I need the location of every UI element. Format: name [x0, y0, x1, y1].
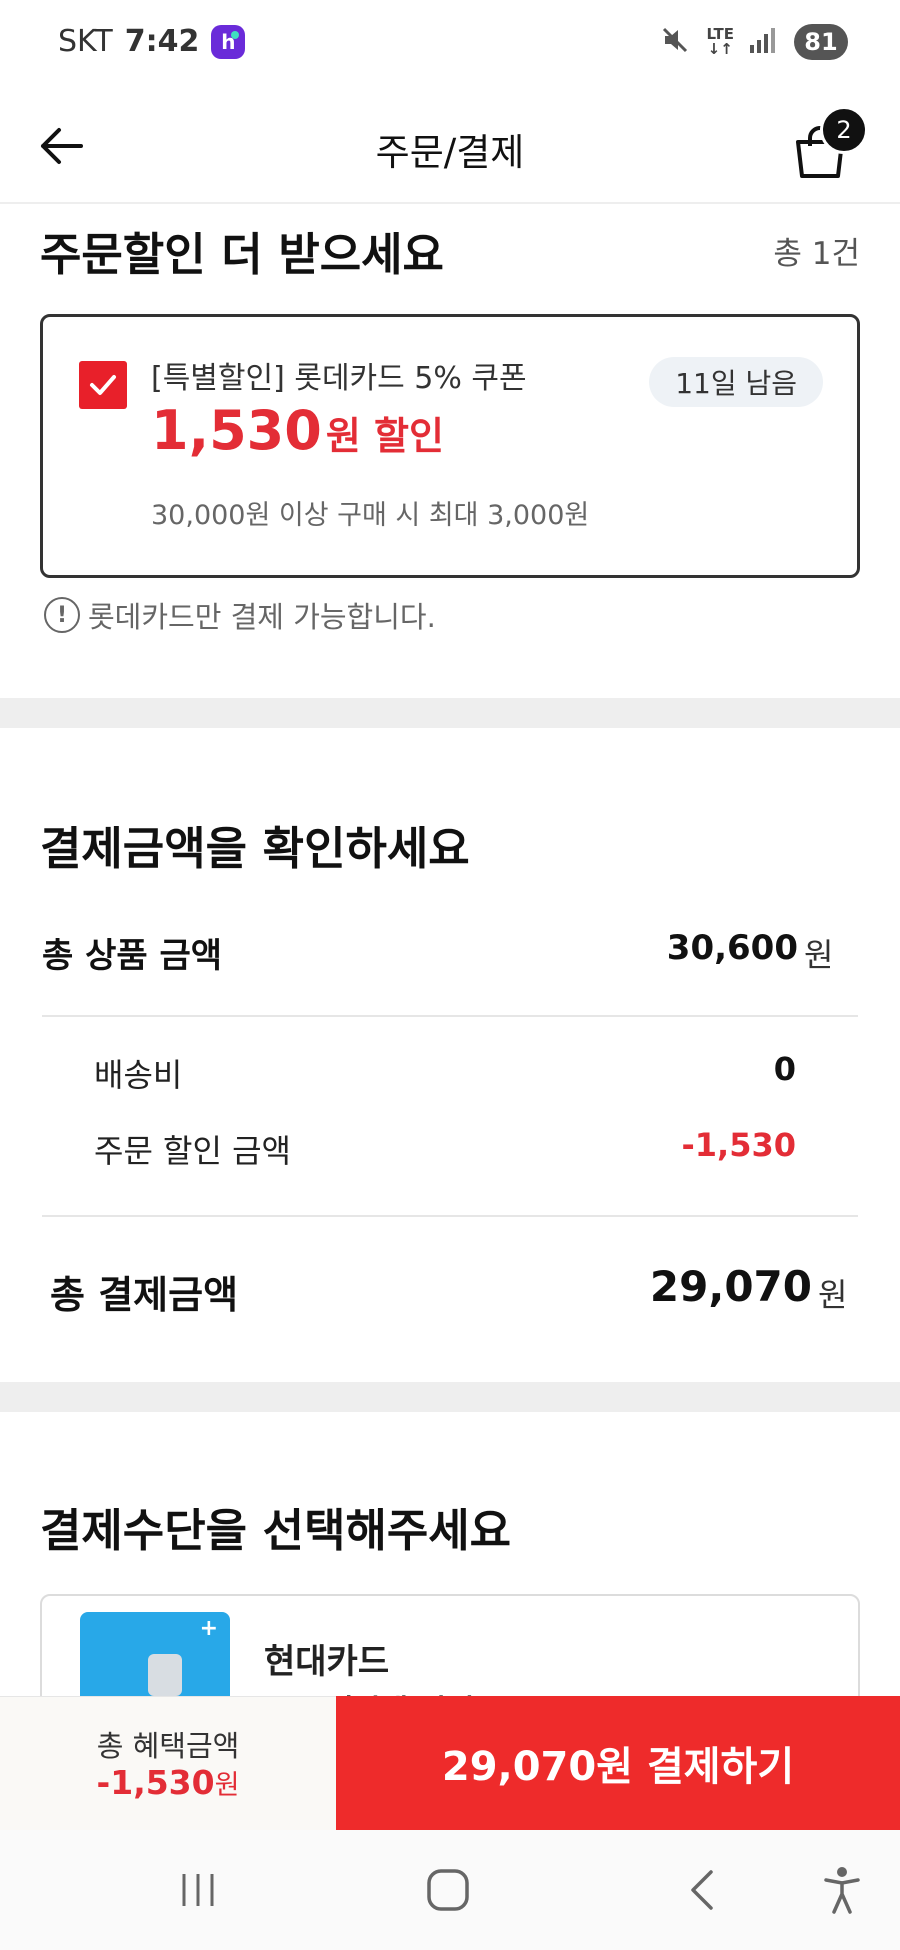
- discount-count: 총 1건: [773, 236, 860, 272]
- recent-apps-icon: [182, 1874, 214, 1906]
- coupon-discount-amount: 1,530 원 할인: [151, 399, 444, 462]
- payment-section-title: 결제금액을 확인하세요: [40, 822, 470, 875]
- row-divider: [42, 1015, 858, 1017]
- app-header: 주문/결제 2: [0, 92, 900, 204]
- info-icon-glyph: !: [56, 602, 68, 628]
- status-left: SKT 7:42 h: [58, 24, 246, 59]
- discount-section-title: 주문할인 더 받으세요: [40, 228, 444, 281]
- page-title: 주문/결제: [375, 131, 525, 174]
- network-type-label: LTE ↓↑: [706, 27, 734, 57]
- info-icon: !: [44, 597, 80, 633]
- accessibility-button[interactable]: [810, 1860, 874, 1920]
- home-button[interactable]: [416, 1860, 480, 1920]
- cart-button[interactable]: 2: [790, 106, 870, 186]
- cart-count-badge: 2: [820, 106, 868, 154]
- coupon-condition: 30,000원 이상 구매 시 최대 3,000원: [151, 500, 590, 531]
- card-chip-icon: [148, 1654, 182, 1696]
- accessibility-icon: [824, 1867, 860, 1914]
- clock: 7:42: [124, 24, 200, 59]
- signal-icon: [750, 27, 778, 57]
- back-chevron-icon: [691, 1870, 713, 1910]
- network-activity-text: ↓↑: [707, 40, 733, 58]
- shipping-row: 배송비 0: [0, 1050, 900, 1096]
- shipping-value: 0: [773, 1050, 796, 1088]
- coupon-card[interactable]: [특별할인] 롯데카드 5% 쿠폰 11일 남음 1,530 원 할인 30,0…: [40, 314, 860, 578]
- order-discount-value: -1,530: [681, 1126, 797, 1164]
- coupon-note: ! 롯데카드만 결제 가능합니다.: [44, 594, 436, 636]
- coupon-note-text: 롯데카드만 결제 가능합니다.: [88, 600, 436, 634]
- coupon-checkbox[interactable]: [79, 361, 127, 409]
- recent-apps-button[interactable]: [166, 1860, 230, 1920]
- app-notification-icon: h: [211, 24, 246, 59]
- total-product-row: 총 상품 금액 30,600 원: [0, 928, 900, 978]
- total-benefit-unit: 원: [214, 1770, 240, 1801]
- card-name: 현대카드: [264, 1642, 390, 1682]
- battery-indicator: 81: [794, 24, 848, 60]
- payment-method-title: 결제수단을 선택해주세요: [40, 1504, 512, 1557]
- status-bar: SKT 7:42 h LTE ↓↑ 81: [0, 0, 900, 92]
- total-benefit-box: 총 혜택금액 -1,530원: [0, 1696, 336, 1830]
- carrier-label: SKT: [58, 24, 113, 59]
- grand-total-value: 29,070: [649, 1262, 812, 1311]
- total-benefit-amount: -1,530원: [0, 1763, 336, 1802]
- mute-icon: [660, 25, 690, 59]
- grand-total-row: 총 결제금액 29,070 원: [0, 1262, 900, 1322]
- coupon-days-left-badge: 11일 남음: [649, 357, 823, 407]
- card-plus-icon: +: [199, 1616, 218, 1641]
- section-divider: [0, 1382, 900, 1412]
- bottom-bar: 총 혜택금액 -1,530원 29,070원 결제하기: [0, 1696, 900, 1830]
- total-product-unit: 원: [804, 936, 834, 974]
- total-benefit-label: 총 혜택금액: [96, 1729, 240, 1763]
- coupon-amount-unit: 원 할인: [325, 414, 444, 458]
- status-right: LTE ↓↑ 81: [660, 24, 848, 60]
- row-divider: [42, 1215, 858, 1217]
- total-product-label: 총 상품 금액: [42, 936, 223, 976]
- order-discount-row: 주문 할인 금액 -1,530: [0, 1126, 900, 1172]
- section-divider: [0, 698, 900, 728]
- order-discount-label: 주문 할인 금액: [94, 1132, 291, 1170]
- coupon-name: [특별할인] 롯데카드 5% 쿠폰: [151, 361, 527, 396]
- total-product-value: 30,600: [666, 928, 798, 968]
- back-nav-button[interactable]: [670, 1860, 734, 1920]
- check-icon: [90, 375, 116, 395]
- app-badge-letter: h: [221, 29, 236, 54]
- coupon-amount-value: 1,530: [151, 399, 322, 462]
- grand-total-label: 총 결제금액: [50, 1273, 239, 1317]
- pay-button[interactable]: 29,070원 결제하기: [336, 1696, 900, 1830]
- home-icon: [427, 1869, 469, 1911]
- grand-total-unit: 원: [818, 1276, 848, 1314]
- shipping-label: 배송비: [94, 1056, 183, 1094]
- system-nav-bar: [0, 1830, 900, 1950]
- total-benefit-value: -1,530: [96, 1763, 215, 1802]
